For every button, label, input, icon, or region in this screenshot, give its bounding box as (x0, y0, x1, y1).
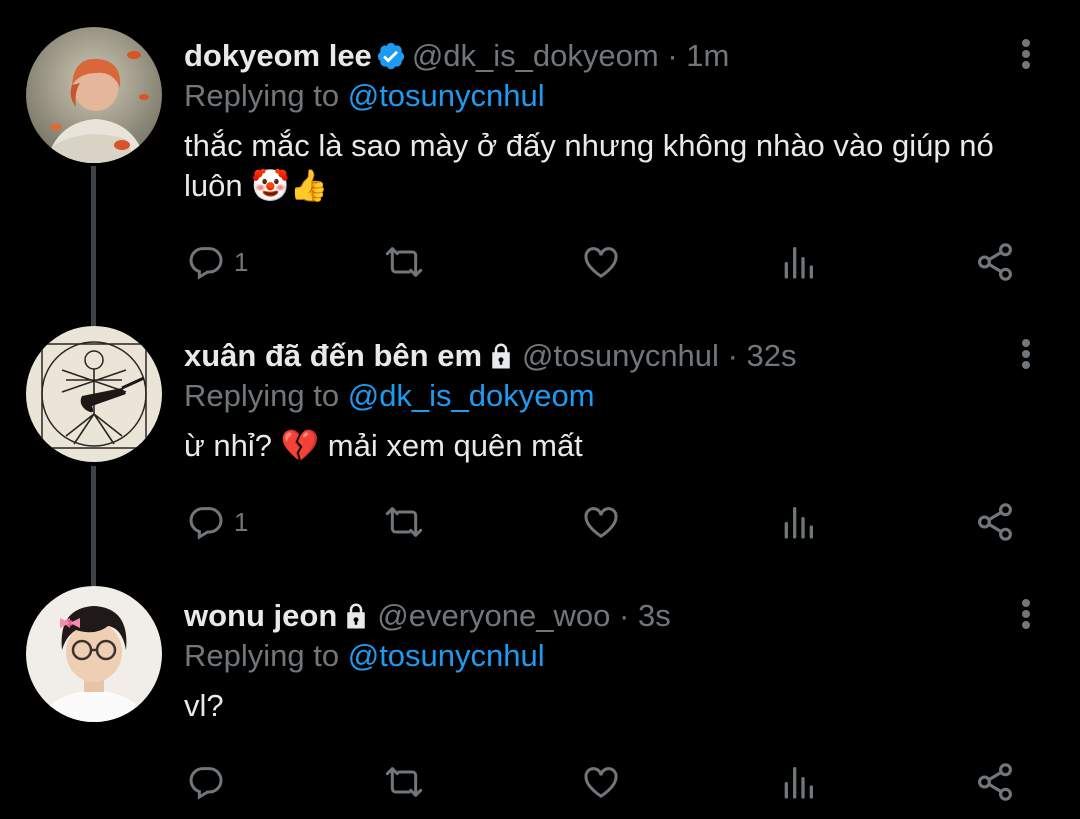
replying-prefix: Replying to (184, 378, 340, 413)
more-vertical-icon[interactable] (1018, 36, 1034, 76)
tweet[interactable]: xuân đã đến bên em @tosunycnhul · 32s Rep… (0, 318, 1080, 578)
like-button[interactable] (580, 760, 622, 804)
tweet-text: ừ nhỉ? 💔 mải xem quên mất (184, 428, 583, 463)
verified-badge-icon (376, 41, 406, 81)
heart-icon (584, 507, 618, 538)
timestamp[interactable]: 1m (686, 38, 729, 73)
share-button[interactable] (974, 500, 1016, 544)
lock-icon (486, 341, 516, 381)
replying-to: Replying to @tosunycnhul (184, 636, 545, 676)
heart-icon (584, 767, 618, 798)
like-button[interactable] (580, 500, 622, 544)
like-button[interactable] (580, 240, 622, 284)
reply-button[interactable]: 1 (186, 240, 248, 284)
share-icon (978, 503, 1012, 541)
replying-mention[interactable]: @tosunycnhul (348, 78, 545, 113)
tweet-header: xuân đã đến bên em @tosunycnhul · 32s (184, 336, 1010, 381)
display-name[interactable]: dokyeom lee (184, 38, 372, 73)
reply-button[interactable]: 1 (186, 500, 248, 544)
retweet-button[interactable] (382, 760, 426, 804)
replying-to: Replying to @dk_is_dokyeom (184, 376, 595, 416)
reply-button[interactable] (186, 760, 234, 804)
replying-mention[interactable]: @dk_is_dokyeom (348, 378, 595, 413)
reply-count: 1 (234, 506, 249, 537)
tweet-header: dokyeom lee @dk_is_dokyeom · 1m (184, 36, 1010, 81)
analytics-icon (784, 247, 813, 279)
replying-prefix: Replying to (184, 638, 340, 673)
separator-dot: · (619, 598, 630, 633)
avatar[interactable] (26, 586, 162, 722)
analytics-button[interactable] (778, 240, 818, 284)
more-vertical-icon[interactable] (1018, 596, 1034, 636)
share-icon (978, 243, 1012, 281)
retweet-icon (385, 247, 423, 277)
avatar[interactable] (26, 326, 162, 462)
separator-dot: · (667, 38, 678, 73)
tweet-text: vl? (184, 688, 224, 723)
heart-icon (584, 247, 618, 278)
avatar[interactable] (26, 27, 162, 163)
retweet-icon (385, 507, 423, 537)
tweet-actions: 1 (184, 240, 1034, 284)
display-name[interactable]: wonu jeon (184, 598, 337, 633)
tweet-text: thắc mắc là sao mày ở đấy nhưng không nh… (184, 128, 994, 203)
analytics-icon (784, 767, 813, 799)
tweet-header: wonu jeon @everyone_woo · 3s (184, 596, 1010, 641)
tweet[interactable]: wonu jeon @everyone_woo · 3s Replying to … (0, 578, 1080, 819)
reply-icon (189, 507, 223, 540)
retweet-button[interactable] (382, 500, 426, 544)
replying-to: Replying to @tosunycnhul (184, 76, 545, 116)
display-name[interactable]: xuân đã đến bên em (184, 338, 482, 373)
separator-dot: · (727, 338, 738, 373)
handle[interactable]: @dk_is_dokyeom (412, 38, 659, 73)
replying-mention[interactable]: @tosunycnhul (348, 638, 545, 673)
handle[interactable]: @tosunycnhul (522, 338, 719, 373)
more-vertical-icon[interactable] (1018, 336, 1034, 376)
reply-count: 1 (234, 246, 249, 277)
share-button[interactable] (974, 240, 1016, 284)
lock-icon (341, 601, 371, 641)
timestamp[interactable]: 3s (638, 598, 671, 633)
tweet-actions (184, 760, 1034, 804)
analytics-icon (784, 507, 813, 539)
reply-icon (189, 247, 223, 280)
timestamp[interactable]: 32s (747, 338, 797, 373)
handle[interactable]: @everyone_woo (377, 598, 610, 633)
retweet-button[interactable] (382, 240, 426, 284)
share-button[interactable] (974, 760, 1016, 804)
analytics-button[interactable] (778, 760, 818, 804)
tweet[interactable]: dokyeom lee @dk_is_dokyeom · 1m Replying … (0, 18, 1080, 298)
reply-icon (189, 767, 223, 800)
analytics-button[interactable] (778, 500, 818, 544)
share-icon (978, 763, 1012, 801)
tweet-actions: 1 (184, 500, 1034, 544)
replying-prefix: Replying to (184, 78, 340, 113)
retweet-icon (385, 767, 423, 797)
